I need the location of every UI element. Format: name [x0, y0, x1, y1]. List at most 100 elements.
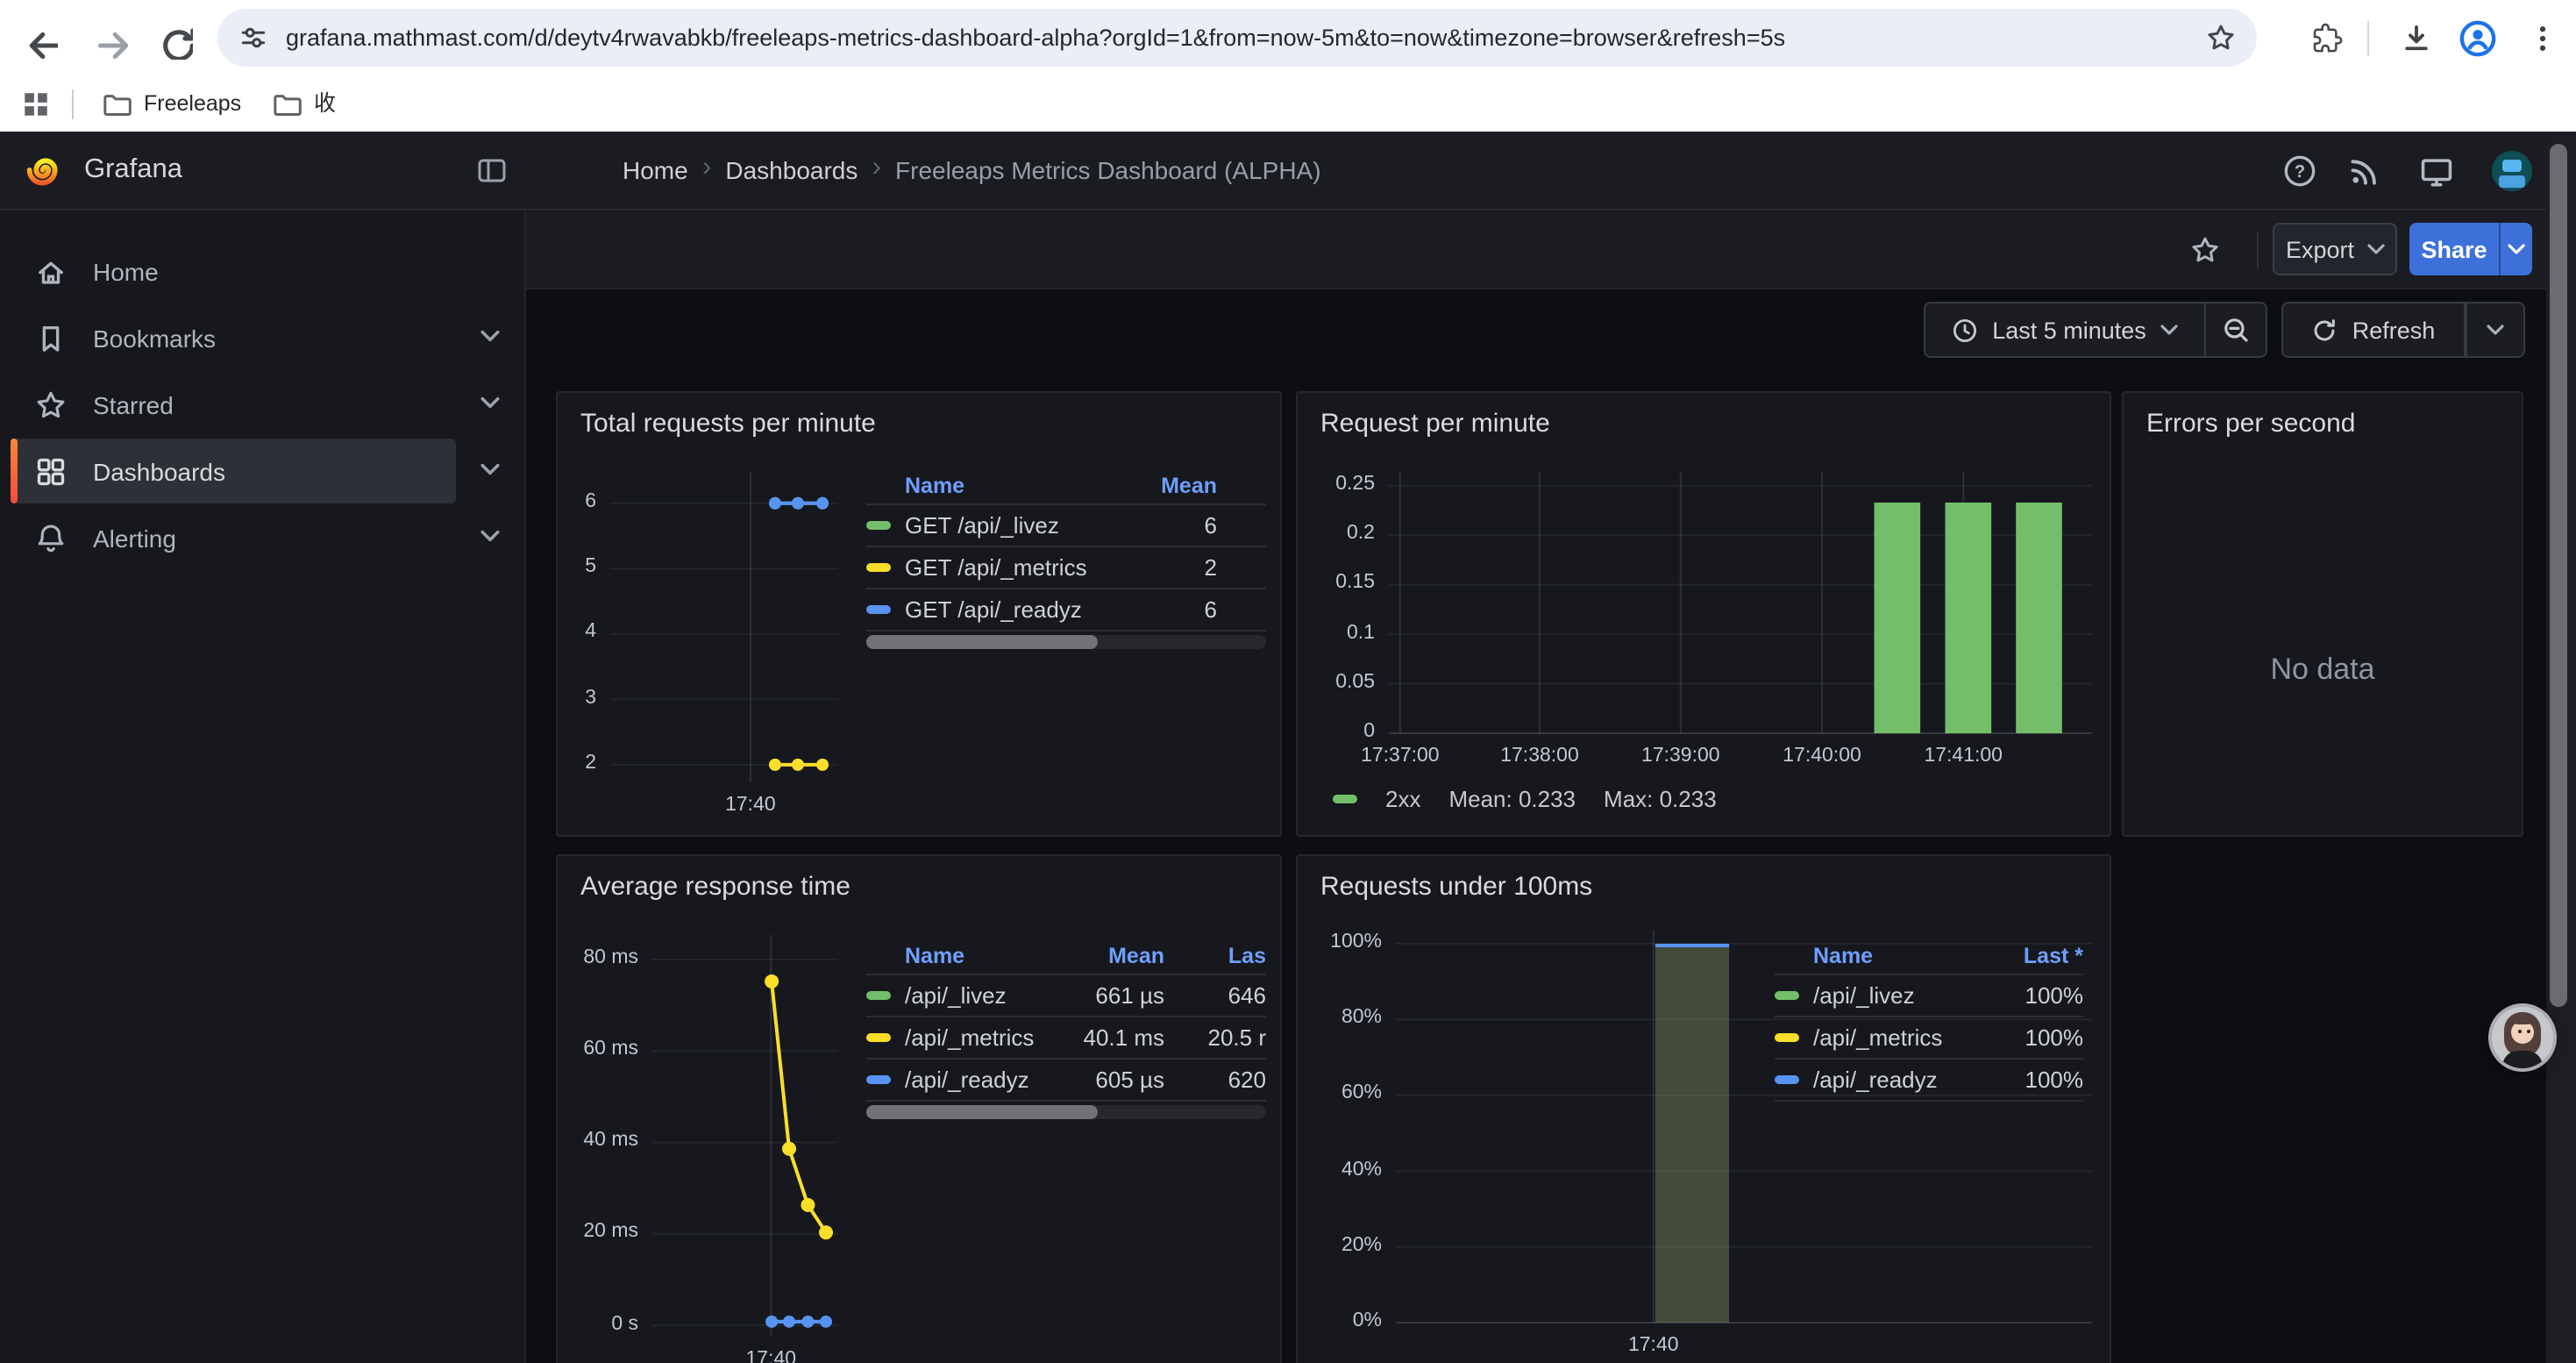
bookmark-label: Freeleaps	[144, 77, 241, 132]
downloads-icon[interactable]	[2401, 23, 2432, 54]
panel-title[interactable]: Errors per second	[2146, 409, 2355, 439]
kiosk-monitor-icon[interactable]	[2420, 154, 2453, 188]
help-icon[interactable]	[2283, 154, 2316, 188]
legend-col-mean[interactable]: Mean	[1161, 474, 1217, 498]
panel-avg-response-time[interactable]: Average response time 17:4080 ms60 ms40 …	[556, 854, 1282, 1363]
toolbar-divider	[2367, 21, 2369, 56]
news-rss-icon[interactable]	[2348, 154, 2381, 188]
x-axis-tick: 17:40	[701, 1349, 841, 1363]
series-color-chip[interactable]	[1775, 1075, 1799, 1084]
floating-assistant-avatar[interactable]	[2492, 1007, 2553, 1068]
sidebar-item-alerting[interactable]: Alerting	[0, 507, 526, 570]
browser-menu-icon[interactable]	[2527, 23, 2558, 54]
panel-errors-per-second[interactable]: Errors per second No data	[2122, 391, 2523, 837]
export-button[interactable]: Export	[2273, 223, 2397, 275]
y-axis-tick: 0.1	[1270, 622, 1375, 643]
y-axis-tick: 0%	[1277, 1310, 1382, 1331]
browser-reload-button[interactable]	[151, 18, 193, 60]
legend-col-mean[interactable]: Mean	[1108, 944, 1164, 968]
chevron-down-icon	[2487, 325, 2504, 335]
refresh-interval-button[interactable]	[2466, 302, 2525, 358]
chart-request-per-minute[interactable]: 17:37:0017:38:0017:39:0017:40:0017:41:00…	[1389, 472, 2092, 733]
legend-col-last[interactable]: Last *	[2024, 944, 2083, 968]
time-range-picker[interactable]: Last 5 minutes	[1924, 302, 2206, 358]
y-axis-tick: 2	[491, 753, 596, 774]
series-color-chip[interactable]	[1775, 991, 1799, 1000]
legend-row[interactable]: /api/_metrics 100%	[1775, 1017, 2083, 1058]
page-scrollbar[interactable]	[2550, 144, 2567, 1007]
zoom-out-button[interactable]	[2206, 302, 2267, 358]
series-color-chip[interactable]	[866, 991, 891, 1000]
legend-row[interactable]: /api/_readyz 605 µs 620	[866, 1060, 1266, 1100]
refresh-button[interactable]: Refresh	[2281, 302, 2466, 358]
active-item-highlight	[11, 439, 456, 503]
panel-requests-under-100ms[interactable]: Requests under 100ms 17:40100%80%60%40%2…	[1296, 854, 2111, 1363]
y-axis-tick: 40%	[1277, 1159, 1382, 1180]
series-color-chip[interactable]	[866, 563, 891, 572]
extensions-icon[interactable]	[2311, 23, 2343, 54]
legend-col-name[interactable]: Name	[905, 944, 964, 968]
panel-request-per-minute[interactable]: Request per minute 17:37:0017:38:0017:39…	[1296, 391, 2111, 837]
legend-hscrollbar[interactable]	[866, 635, 1266, 649]
legend-inline[interactable]: 2xx Mean: 0.233 Max: 0.233	[1333, 786, 1717, 812]
legend-row[interactable]: /api/_readyz 100%	[1775, 1060, 2083, 1100]
sidebar-item-bookmarks[interactable]: Bookmarks	[0, 307, 526, 370]
series-color-chip[interactable]	[866, 1075, 891, 1084]
panel-title[interactable]: Requests under 100ms	[1320, 872, 1592, 902]
legend-hscrollbar[interactable]	[866, 1105, 1266, 1119]
chart-total-requests[interactable]: 17:4065432	[610, 472, 838, 782]
sidebar-item-dashboards[interactable]: Dashboards	[0, 440, 526, 503]
apps-grid-icon[interactable]	[21, 89, 51, 119]
legend-row[interactable]: /api/_metrics 40.1 ms 20.5 r	[866, 1017, 1266, 1058]
series-color-chip[interactable]	[1775, 1033, 1799, 1042]
sidebar-item-starred[interactable]: Starred	[0, 374, 526, 437]
legend-row[interactable]: /api/_livez 100%	[1775, 975, 2083, 1016]
browser-forward-button[interactable]	[86, 18, 128, 60]
sidebar-item-home[interactable]: Home	[0, 240, 526, 303]
legend-row[interactable]: GET /api/_metrics 2	[866, 547, 1266, 588]
address-bar[interactable]: grafana.mathmast.com/d/deytv4rwavabkb/fr…	[217, 9, 2257, 67]
legend-row[interactable]: GET /api/_readyz 6	[866, 589, 1266, 630]
grafana-logo-icon[interactable]	[26, 151, 65, 189]
chevron-down-icon[interactable]	[480, 463, 500, 475]
chevron-down-icon[interactable]	[480, 530, 500, 542]
user-avatar[interactable]	[2492, 151, 2532, 191]
chevron-down-icon[interactable]	[480, 396, 500, 409]
profile-avatar-icon[interactable]	[2459, 19, 2497, 58]
grafana-brand[interactable]: Grafana	[84, 132, 182, 209]
time-range-label: Last 5 minutes	[1992, 317, 2146, 343]
sidebar-toggle-icon[interactable]	[477, 156, 507, 184]
url-text[interactable]: grafana.mathmast.com/d/deytv4rwavabkb/fr…	[286, 9, 2188, 67]
share-split-button: Share	[2409, 223, 2532, 275]
legend-row[interactable]: /api/_livez 661 µs 646	[866, 975, 1266, 1016]
sidebar-item-label: Starred	[93, 374, 174, 437]
panel-total-requests[interactable]: Total requests per minute 17:4065432 Nam…	[556, 391, 1282, 837]
y-axis-tick: 80 ms	[533, 947, 638, 968]
y-axis-tick: 20%	[1277, 1235, 1382, 1256]
legend-col-last[interactable]: Las	[1228, 944, 1266, 968]
series-color-chip[interactable]	[866, 605, 891, 614]
y-axis-tick: 60 ms	[533, 1038, 638, 1060]
site-settings-icon[interactable]	[238, 23, 268, 53]
chart-avg-response-time[interactable]: 17:4080 ms60 ms40 ms20 ms0 s	[652, 935, 838, 1337]
series-color-chip[interactable]	[866, 521, 891, 530]
legend-row[interactable]: GET /api/_livez 6	[866, 505, 1266, 546]
breadcrumb-dashboards[interactable]: Dashboards	[725, 132, 857, 209]
bell-icon	[35, 523, 67, 554]
chevron-down-icon[interactable]	[480, 330, 500, 342]
refresh-sync-icon	[2312, 317, 2338, 343]
panel-title[interactable]: Average response time	[580, 872, 850, 902]
series-color-chip[interactable]	[866, 1033, 891, 1042]
legend-table: Name Mean GET /api/_livez 6 GET /api/_me…	[866, 474, 1266, 649]
bookmark-star-icon[interactable]	[2206, 23, 2236, 53]
panel-title[interactable]: Total requests per minute	[580, 409, 876, 439]
legend-col-name[interactable]: Name	[905, 474, 964, 498]
panel-title[interactable]: Request per minute	[1320, 409, 1550, 439]
favorite-star-icon[interactable]	[2190, 235, 2220, 265]
breadcrumb-home[interactable]: Home	[623, 132, 688, 209]
legend-col-name[interactable]: Name	[1813, 944, 1873, 968]
share-button[interactable]: Share	[2409, 223, 2499, 275]
share-menu-button[interactable]	[2499, 223, 2532, 275]
browser-back-button[interactable]	[16, 18, 58, 60]
y-axis-tick: 0.25	[1270, 474, 1375, 495]
